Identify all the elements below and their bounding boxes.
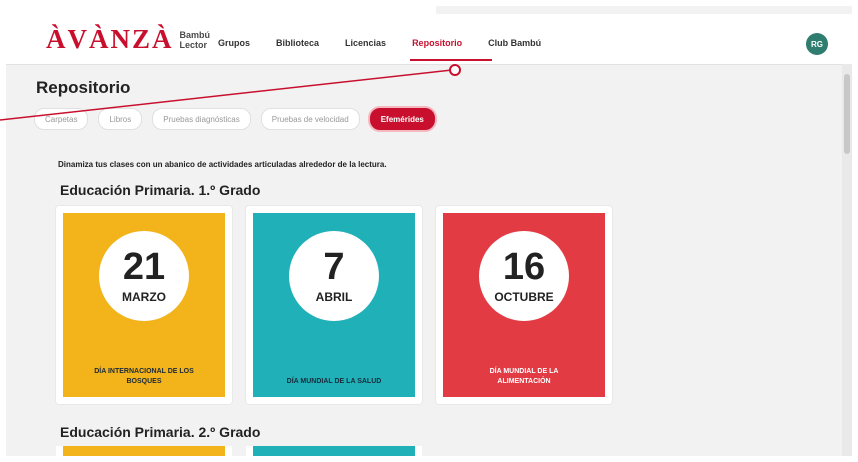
repository-tabs: Carpetas Libros Pruebas diagnósticas Pru… [34, 108, 445, 130]
logo[interactable]: ÀVÀNZÀ Bambú Lector [46, 24, 210, 55]
card-colored-panel [253, 446, 415, 456]
efemeride-card[interactable]: 21 MARZO DÍA INTERNACIONAL DE LOS BOSQUE… [56, 206, 232, 404]
logo-sub-line1: Bambú [179, 29, 211, 40]
efemeride-card[interactable]: 7 ABRIL DÍA MUNDIAL DE LA SALUD [246, 206, 422, 404]
tab-efemerides[interactable]: Efemérides [369, 108, 435, 130]
date-circle: 7 ABRIL [289, 231, 379, 321]
card-colored-panel: 16 OCTUBRE DÍA MUNDIAL DE LA ALIMENTACIÓ… [443, 213, 605, 397]
logo-subtitle: Bambú Lector [180, 30, 211, 50]
card-colored-panel: 21 MARZO DÍA INTERNACIONAL DE LOS BOSQUE… [63, 213, 225, 397]
nav-repositorio[interactable]: Repositorio [412, 38, 462, 48]
tab-pruebas-velocidad[interactable]: Pruebas de velocidad [260, 108, 360, 130]
card-month: MARZO [122, 290, 166, 304]
tab-libros[interactable]: Libros [98, 108, 143, 130]
card-day: 16 [502, 246, 546, 288]
card-month: OCTUBRE [494, 290, 554, 304]
card-caption: DÍA INTERNACIONAL DE LOS BOSQUES [69, 367, 219, 387]
efemeride-card[interactable] [56, 446, 232, 456]
vertical-scrollbar[interactable] [842, 64, 852, 456]
nav-biblioteca[interactable]: Biblioteca [276, 38, 319, 48]
tab-carpetas[interactable]: Carpetas [34, 108, 89, 130]
efemerides-grid: 21 MARZO DÍA INTERNACIONAL DE LOS BOSQUE… [56, 206, 626, 404]
scrollbar-thumb[interactable] [844, 74, 850, 154]
efemeride-card[interactable]: 16 OCTUBRE DÍA MUNDIAL DE LA ALIMENTACIÓ… [436, 206, 612, 404]
date-circle: 16 OCTUBRE [479, 231, 569, 321]
page-title: Repositorio [36, 78, 131, 97]
nav-licencias[interactable]: Licencias [345, 38, 386, 48]
card-day: 21 [122, 246, 166, 288]
logo-sub-line2: Lector [179, 39, 208, 50]
card-caption-line1: DÍA MUNDIAL DE LA [489, 368, 559, 375]
tab-pruebas-diagnosticas[interactable]: Pruebas diagnósticas [152, 108, 251, 130]
section-title: Educación Primaria. 1.º Grado [60, 182, 261, 198]
efemerides-grid-2 [56, 446, 436, 456]
card-caption: DÍA MUNDIAL DE LA SALUD [259, 377, 409, 387]
card-caption-line1: DÍA MUNDIAL DE LA SALUD [286, 378, 382, 385]
logo-wordmark: ÀVÀNZÀ [46, 24, 174, 54]
app-window: ÀVÀNZÀ Bambú Lector Grupos Biblioteca Li… [6, 6, 852, 456]
nav-club-bambu[interactable]: Club Bambú [488, 38, 541, 48]
card-caption-line1: DÍA INTERNACIONAL DE LOS [94, 368, 194, 375]
card-month: ABRIL [315, 290, 353, 304]
card-day: 7 [323, 246, 345, 288]
top-navbar: ÀVÀNZÀ Bambú Lector Grupos Biblioteca Li… [6, 14, 852, 65]
card-colored-panel: 7 ABRIL DÍA MUNDIAL DE LA SALUD [253, 213, 415, 397]
avatar[interactable]: RG [806, 33, 828, 55]
card-caption-line2: ALIMENTACIÓN [497, 378, 551, 385]
main-nav: Grupos Biblioteca Licencias Repositorio … [218, 38, 567, 48]
efemeride-card[interactable] [246, 446, 422, 456]
card-caption-line2: BOSQUES [126, 378, 162, 385]
card-caption: DÍA MUNDIAL DE LA ALIMENTACIÓN [449, 367, 599, 387]
nav-grupos[interactable]: Grupos [218, 38, 250, 48]
date-circle: 21 MARZO [99, 231, 189, 321]
active-nav-underline [410, 59, 492, 61]
section-title: Educación Primaria. 2.º Grado [60, 424, 261, 440]
card-colored-panel [63, 446, 225, 456]
page-description: Dinamiza tus clases con un abanico de ac… [58, 160, 387, 169]
